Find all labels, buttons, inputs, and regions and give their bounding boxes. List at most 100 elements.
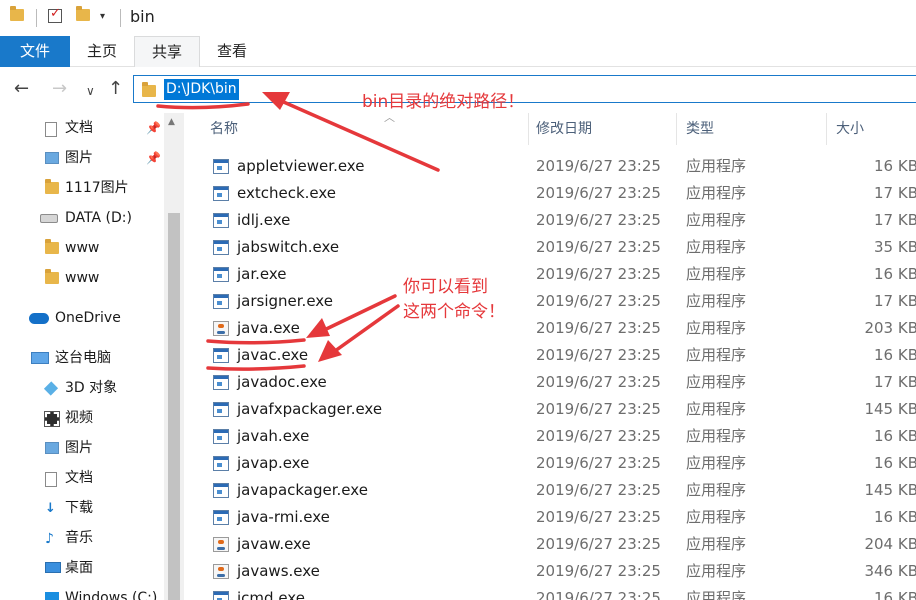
column-header-size[interactable]: 大小 <box>836 113 916 145</box>
exe-icon <box>213 240 229 255</box>
folder-icon <box>45 179 59 194</box>
folder-icon[interactable] <box>10 6 24 21</box>
file-size: 16 KB <box>874 454 916 472</box>
file-type: 应用程序 <box>686 400 747 418</box>
file-size: 17 KB <box>874 184 916 202</box>
file-row[interactable]: jar.exe 2019/6/27 23:25 应用程序 16 KB <box>184 261 916 288</box>
file-row[interactable]: extcheck.exe 2019/6/27 23:25 应用程序 17 KB <box>184 180 916 207</box>
exe-icon <box>213 402 229 417</box>
sort-up-chevron-icon: ︿ <box>384 113 395 124</box>
column-divider[interactable] <box>826 113 827 145</box>
folder-icon <box>45 269 59 284</box>
file-row[interactable]: javaws.exe 2019/6/27 23:25 应用程序 346 KB <box>184 558 916 585</box>
file-date: 2019/6/27 23:25 <box>536 211 661 229</box>
file-row[interactable]: jarsigner.exe 2019/6/27 23:25 应用程序 17 KB <box>184 288 916 315</box>
scroll-up-icon[interactable]: ▲ <box>168 117 175 127</box>
sidebar-item-3d-objects[interactable]: 3D 对象 <box>43 375 117 401</box>
file-name: java.exe <box>237 319 300 337</box>
file-row[interactable]: jabswitch.exe 2019/6/27 23:25 应用程序 35 KB <box>184 234 916 261</box>
scrollbar-thumb[interactable] <box>168 213 180 600</box>
pin-icon[interactable]: 📌 <box>146 151 161 165</box>
file-size: 17 KB <box>874 373 916 391</box>
file-type: 应用程序 <box>686 238 747 256</box>
file-name: javafxpackager.exe <box>237 400 383 418</box>
window-title: bin <box>130 7 155 26</box>
sidebar-item-onedrive[interactable]: OneDrive <box>29 305 121 331</box>
back-arrow-icon[interactable]: ← <box>14 79 29 99</box>
column-date-label: 修改日期 <box>536 121 592 137</box>
forward-arrow-icon[interactable]: → <box>52 79 67 99</box>
sidebar-item-data-drive[interactable]: DATA (D:) <box>40 205 132 231</box>
command-annotation-line-1: 你可以看到 <box>403 277 488 297</box>
pin-icon[interactable]: 📌 <box>146 121 161 135</box>
file-name: javapackager.exe <box>237 481 368 499</box>
file-row[interactable]: javah.exe 2019/6/27 23:25 应用程序 16 KB <box>184 423 916 450</box>
sidebar-item-1117-pictures[interactable]: 1117图片 <box>45 175 129 201</box>
sidebar-scrollbar[interactable]: ▲ <box>164 113 184 600</box>
file-row[interactable]: idlj.exe 2019/6/27 23:25 应用程序 17 KB <box>184 207 916 234</box>
file-row[interactable]: java-rmi.exe 2019/6/27 23:25 应用程序 16 KB <box>184 504 916 531</box>
file-name: javac.exe <box>237 346 309 364</box>
file-size: 204 KB <box>864 535 916 553</box>
file-row[interactable]: javadoc.exe 2019/6/27 23:25 应用程序 17 KB <box>184 369 916 396</box>
tab-file[interactable]: 文件 <box>0 36 70 67</box>
ribbon-tabs: 文件 主页 共享 查看 <box>0 36 916 67</box>
sidebar-item-www[interactable]: www <box>45 235 99 261</box>
file-row[interactable]: jcmd.exe 2019/6/27 23:25 应用程序 16 KB <box>184 585 916 600</box>
column-divider[interactable] <box>676 113 677 145</box>
tab-view[interactable]: 查看 <box>200 36 264 67</box>
address-bar[interactable]: D:\JDK\bin <box>133 75 916 103</box>
sidebar-item-pictures[interactable]: 图片 <box>45 145 93 171</box>
file-date: 2019/6/27 23:25 <box>536 373 661 391</box>
sidebar-item-www[interactable]: www <box>45 265 99 291</box>
sidebar-item-music[interactable]: ♪ 音乐 <box>45 525 93 551</box>
column-divider[interactable] <box>528 113 529 145</box>
sidebar-item-documents[interactable]: 文档 <box>45 115 93 141</box>
sidebar-item-label: 视频 <box>65 410 93 426</box>
column-header-type[interactable]: 类型 <box>686 113 816 145</box>
file-name: javap.exe <box>237 454 310 472</box>
sidebar-item-videos[interactable]: 视频 <box>44 405 93 431</box>
file-size: 203 KB <box>864 319 916 337</box>
document-icon <box>45 472 57 487</box>
column-header-date[interactable]: 修改日期 <box>536 113 676 145</box>
address-path[interactable]: D:\JDK\bin <box>164 79 239 100</box>
file-size: 35 KB <box>874 238 916 256</box>
sidebar-item-label: 这台电脑 <box>55 350 111 366</box>
exe-icon <box>213 348 229 363</box>
file-type: 应用程序 <box>686 292 747 310</box>
file-row[interactable]: javap.exe 2019/6/27 23:25 应用程序 16 KB <box>184 450 916 477</box>
file-size: 16 KB <box>874 427 916 445</box>
customize-toolbar-icon[interactable]: ▾ <box>100 11 105 22</box>
file-name: java-rmi.exe <box>237 508 330 526</box>
file-type: 应用程序 <box>686 184 747 202</box>
column-header-name[interactable]: ︿ 名称 <box>210 113 530 145</box>
file-name: javah.exe <box>237 427 310 445</box>
file-size: 16 KB <box>874 265 916 283</box>
file-date: 2019/6/27 23:25 <box>536 508 661 526</box>
exe-icon <box>213 159 229 174</box>
file-row[interactable]: java.exe 2019/6/27 23:25 应用程序 203 KB <box>184 315 916 342</box>
file-size: 17 KB <box>874 292 916 310</box>
recent-locations-chevron-icon[interactable]: ∨ <box>86 81 95 101</box>
sidebar-item-downloads[interactable]: ↓ 下载 <box>45 495 93 521</box>
file-type: 应用程序 <box>686 346 747 364</box>
sidebar-item-desktop[interactable]: 桌面 <box>45 555 93 581</box>
file-row[interactable]: javac.exe 2019/6/27 23:25 应用程序 16 KB <box>184 342 916 369</box>
tab-home[interactable]: 主页 <box>70 36 134 67</box>
properties-icon[interactable] <box>48 6 62 23</box>
file-row[interactable]: appletviewer.exe 2019/6/27 23:25 应用程序 16… <box>184 153 916 180</box>
new-folder-icon[interactable] <box>76 6 90 21</box>
file-row[interactable]: javaw.exe 2019/6/27 23:25 应用程序 204 KB <box>184 531 916 558</box>
sidebar-item-windows-drive[interactable]: Windows (C:) <box>45 585 157 600</box>
sidebar-item-documents[interactable]: 文档 <box>45 465 93 491</box>
sidebar-item-this-pc[interactable]: 这台电脑 <box>31 345 111 371</box>
file-row[interactable]: javapackager.exe 2019/6/27 23:25 应用程序 14… <box>184 477 916 504</box>
tab-share[interactable]: 共享 <box>134 36 200 67</box>
up-arrow-icon[interactable]: ↑ <box>108 79 123 99</box>
file-row[interactable]: javafxpackager.exe 2019/6/27 23:25 应用程序 … <box>184 396 916 423</box>
exe-icon <box>213 186 229 201</box>
file-name: appletviewer.exe <box>237 157 365 175</box>
column-size-label: 大小 <box>836 121 864 137</box>
sidebar-item-pictures[interactable]: 图片 <box>45 435 93 461</box>
